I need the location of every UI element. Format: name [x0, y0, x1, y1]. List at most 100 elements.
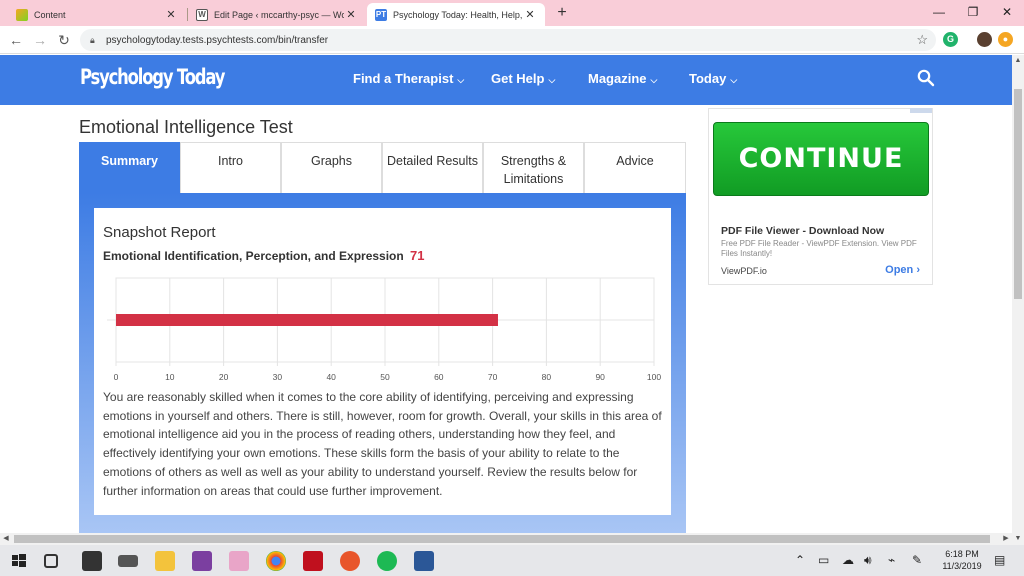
chart-tick-label: 100	[647, 372, 661, 382]
word-icon[interactable]	[414, 551, 434, 571]
forward-button[interactable]: →	[30, 30, 50, 50]
store-icon[interactable]	[82, 551, 102, 571]
continue-ad-button[interactable]: CONTINUE	[713, 122, 929, 196]
vertical-scrollbar[interactable]: ▲ ▼	[1012, 55, 1024, 545]
chevron-down-icon: ⌵	[457, 75, 465, 85]
pen-icon[interactable]: ✎	[912, 553, 922, 567]
volume-icon[interactable]: 🔊︎	[864, 553, 872, 568]
browser-tab-content[interactable]: Content ✕	[8, 3, 186, 26]
nav-label: Find a Therapist	[353, 71, 454, 86]
address-bar[interactable]: 🔒︎ psychologytoday.tests.psychtests.com/…	[80, 29, 936, 51]
snapshot-report-card: Snapshot Report Emotional Identification…	[94, 208, 671, 515]
new-tab-button[interactable]: +	[552, 4, 572, 22]
windows-taskbar: ⌃ ▭ ☁ 🔊︎ ⌁ ✎ 6:18 PM 11/3/2019 ▤	[0, 545, 1024, 576]
file-explorer-icon[interactable]	[155, 551, 175, 571]
tab-strengths-limitations[interactable]: Strengths & Limitations	[483, 142, 584, 193]
browser-tab-psychology-today[interactable]: PT Psychology Today: Health, Help, I ✕	[367, 3, 545, 26]
chart-tick-label: 40	[326, 372, 336, 382]
battery-icon[interactable]: ▭	[818, 553, 829, 567]
browser-tab-title: Content	[34, 9, 66, 20]
nav-get-help[interactable]: Get Help ⌵	[491, 71, 555, 86]
psychology-today-logo[interactable]: Psychology Today	[80, 65, 225, 89]
snapshot-subtitle: Emotional Identification, Perception, an…	[103, 249, 404, 263]
chevron-up-icon[interactable]: ⌃	[795, 553, 805, 567]
wordpress-favicon-icon: W	[196, 8, 208, 21]
scroll-right-icon[interactable]: ▶	[1000, 533, 1012, 545]
tab-detailed-results[interactable]: Detailed Results	[382, 142, 483, 193]
chrome-icon[interactable]	[266, 551, 286, 571]
tab-advice[interactable]: Advice	[584, 142, 686, 193]
ad-open-link[interactable]: Open ›	[885, 264, 920, 276]
network-icon[interactable]: ⌁	[888, 553, 895, 567]
summary-panel: Snapshot Report Emotional Identification…	[79, 193, 686, 535]
nav-magazine[interactable]: Magazine ⌵	[588, 71, 657, 86]
close-window-button[interactable]: ✕	[990, 0, 1024, 24]
browser-tab-edit-page[interactable]: W Edit Page ‹ mccarthy-psyc — Wo ✕	[188, 3, 366, 26]
chevron-down-icon: ⌵	[650, 75, 658, 85]
close-tab-icon[interactable]: ✕	[164, 8, 178, 21]
chart-tick-label: 10	[165, 372, 175, 382]
pt-favicon-icon: PT	[375, 8, 387, 21]
chart-tick-label: 30	[273, 372, 283, 382]
clock-date: 11/3/2019	[942, 561, 982, 571]
chart-bar	[116, 314, 498, 326]
nav-today[interactable]: Today ⌵	[689, 71, 737, 86]
windows-start-icon[interactable]	[9, 551, 29, 571]
onenote-icon[interactable]	[192, 551, 212, 571]
profile-avatar[interactable]	[977, 32, 992, 47]
task-view-icon[interactable]	[44, 554, 58, 568]
snapshot-score: 71	[410, 248, 425, 263]
search-icon[interactable]	[917, 69, 935, 87]
bookmark-star-icon[interactable]: ☆	[916, 32, 928, 48]
tab-intro[interactable]: Intro	[180, 142, 281, 193]
scroll-down-icon[interactable]: ▼	[1012, 533, 1024, 545]
nav-label: Today	[689, 71, 727, 86]
system-clock[interactable]: 6:18 PM 11/3/2019	[937, 548, 987, 572]
back-button[interactable]: ←	[6, 30, 26, 50]
app-icon[interactable]	[340, 551, 360, 571]
chart-tick-label: 50	[380, 372, 390, 382]
ad-domain: ViewPDF.io	[721, 266, 767, 276]
browser-tab-title: Edit Page ‹ mccarthy-psyc — Wo	[214, 9, 344, 20]
nav-label: Magazine	[588, 71, 647, 86]
tab-graphs[interactable]: Graphs	[281, 142, 382, 193]
site-header: Psychology Today Find a Therapist ⌵ Get H…	[0, 55, 1012, 105]
ad-choices-icon[interactable]	[910, 108, 932, 113]
extension-icon[interactable]: ●	[998, 32, 1013, 47]
url-text: psychologytoday.tests.psychtests.com/bin…	[106, 34, 329, 46]
vertical-scroll-thumb[interactable]	[1014, 89, 1022, 299]
advertisement: CONTINUE PDF File Viewer - Download Now …	[708, 108, 933, 285]
chevron-down-icon: ⌵	[548, 75, 556, 85]
spotify-icon[interactable]	[377, 551, 397, 571]
nav-find-a-therapist[interactable]: Find a Therapist ⌵	[353, 71, 464, 86]
chart-tick-label: 0	[114, 372, 119, 382]
chart-tick-label: 90	[595, 372, 605, 382]
cloud-icon[interactable]: ☁	[842, 553, 854, 567]
close-tab-icon[interactable]: ✕	[344, 8, 358, 21]
tab-summary[interactable]: Summary	[79, 142, 180, 193]
snapshot-title: Snapshot Report	[103, 224, 216, 241]
ad-open-label: Open	[885, 264, 914, 276]
chevron-right-icon: ›	[916, 264, 920, 276]
browser-toolbar: ← → ↻ 🔒︎ psychologytoday.tests.psychtest…	[0, 26, 1024, 54]
mcafee-icon[interactable]	[303, 551, 323, 571]
grammarly-extension-icon[interactable]: G	[943, 32, 958, 47]
notifications-icon[interactable]: ▤	[994, 553, 1005, 567]
mail-icon[interactable]	[118, 555, 138, 567]
chevron-down-icon: ⌵	[730, 75, 738, 85]
ad-title[interactable]: PDF File Viewer - Download Now	[721, 225, 884, 237]
scroll-left-icon[interactable]: ◀	[0, 533, 12, 545]
ad-description: Free PDF File Reader - ViewPDF Extension…	[721, 239, 917, 258]
close-tab-icon[interactable]: ✕	[523, 8, 537, 21]
horizontal-scrollbar[interactable]: ◀ ▶	[0, 533, 1012, 545]
scroll-up-icon[interactable]: ▲	[1012, 55, 1024, 67]
minimize-window-button[interactable]: —	[922, 0, 956, 24]
page-title: Emotional Intelligence Test	[79, 117, 293, 137]
reload-button[interactable]: ↻	[54, 30, 74, 50]
chart-tick-label: 80	[542, 372, 552, 382]
result-tabs: Summary Intro Graphs Detailed Results St…	[79, 142, 686, 193]
photos-icon[interactable]	[229, 551, 249, 571]
horizontal-scroll-thumb[interactable]	[14, 535, 990, 543]
restore-window-button[interactable]: ❐	[956, 0, 990, 24]
content-favicon-icon	[16, 8, 28, 21]
